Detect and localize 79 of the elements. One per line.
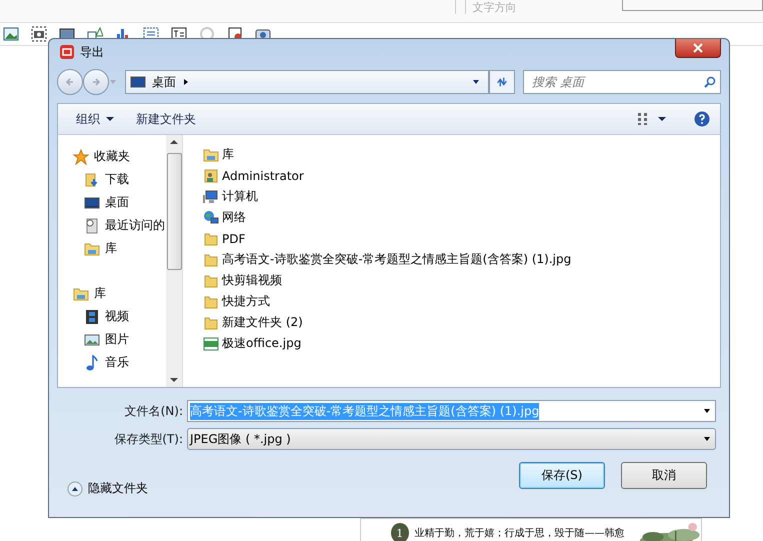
user-folder-icon xyxy=(203,168,219,184)
folder-icon xyxy=(203,314,219,330)
picture-icon xyxy=(84,332,100,348)
dialog-button[interactable]: 取消 xyxy=(621,462,707,489)
music-note-icon xyxy=(84,354,100,370)
folder-icon xyxy=(203,272,219,288)
file-type-dropdown[interactable]: JPEG图像 ( *.jpg ) xyxy=(187,428,716,450)
camera-icon[interactable] xyxy=(31,26,47,42)
network-icon xyxy=(203,210,219,226)
library-icon xyxy=(73,286,89,302)
recent-places-icon xyxy=(84,218,100,234)
new-folder-button[interactable]: 新建文件夹 xyxy=(128,108,204,130)
quote-text: 业精于勤，荒于嬉；行成于思，毁于随——韩愈 xyxy=(414,526,625,540)
forward-button[interactable] xyxy=(83,69,109,95)
filename-text: 高考语文-诗歌鉴赏全突破-常考题型之情感主旨题(含答案) (1).jpg xyxy=(190,402,540,420)
shapes-gallery[interactable] xyxy=(622,0,763,11)
folder-icon xyxy=(203,252,219,268)
scrollbar[interactable] xyxy=(166,135,182,387)
star-icon xyxy=(73,148,89,164)
nav-item[interactable]: 库 xyxy=(58,237,166,260)
film-icon xyxy=(84,308,100,324)
dropdown-caret-icon[interactable] xyxy=(472,78,480,86)
caret-icon xyxy=(658,115,666,123)
scroll-down-icon[interactable] xyxy=(170,377,178,383)
scrollbar-thumb[interactable] xyxy=(166,153,182,270)
dropdown-caret-icon xyxy=(703,435,711,443)
file-item[interactable]: 快剪辑视频 xyxy=(203,270,720,291)
close-button[interactable] xyxy=(675,39,721,58)
nav-item[interactable]: 桌面 xyxy=(58,191,166,214)
search-field[interactable]: 搜索 桌面 xyxy=(523,70,721,94)
refresh-button[interactable] xyxy=(489,70,515,94)
file-item[interactable]: 库 xyxy=(203,144,720,165)
chevron-right-icon[interactable] xyxy=(182,78,190,86)
file-item[interactable]: 网络 xyxy=(203,207,720,228)
scroll-up-icon[interactable] xyxy=(170,139,178,145)
computer-icon xyxy=(203,188,219,204)
collapse-icon xyxy=(67,480,83,496)
library-icon xyxy=(203,146,219,162)
file-item[interactable]: 新建文件夹 (2) xyxy=(203,312,720,333)
desktop-icon xyxy=(130,74,146,90)
nav-item[interactable]: 视频 xyxy=(58,305,166,328)
nav-item[interactable]: 下载 xyxy=(58,168,166,191)
file-item[interactable]: 极速office.jpg xyxy=(203,333,720,354)
folder-icon xyxy=(203,230,219,246)
file-item[interactable]: 快捷方式 xyxy=(203,291,720,312)
forward-arrow-icon xyxy=(91,77,101,87)
organize-menu[interactable]: 组织 xyxy=(68,108,122,130)
file-item[interactable]: 计算机 xyxy=(203,186,720,207)
refresh-icon xyxy=(495,75,509,89)
download-folder-icon xyxy=(84,172,100,188)
back-button[interactable] xyxy=(57,69,83,95)
help-icon[interactable] xyxy=(694,111,710,127)
file-item[interactable]: 高考语文-诗歌鉴赏全突破-常考题型之情感主旨题(含答案) (1).jpg xyxy=(203,249,720,270)
nav-item[interactable]: 最近访问的 xyxy=(58,214,166,237)
file-item[interactable]: PDF xyxy=(203,228,720,249)
dialog-button[interactable]: 保存(S) xyxy=(519,462,605,489)
jpg-file-icon xyxy=(203,336,219,352)
library-icon xyxy=(84,240,100,256)
window-title: 导出 xyxy=(80,44,104,60)
dropdown-caret-icon[interactable] xyxy=(703,407,711,415)
address-bar[interactable]: 桌面 xyxy=(125,70,489,94)
field-label: 文件名(N): xyxy=(124,402,184,420)
nav-item[interactable]: 图片 xyxy=(58,328,166,351)
nav-group[interactable]: 收藏夹 xyxy=(58,145,166,168)
desktop-icon xyxy=(84,194,100,210)
nav-item[interactable]: 音乐 xyxy=(58,351,166,374)
back-arrow-icon xyxy=(65,77,75,87)
folder-icon xyxy=(203,294,219,310)
breadcrumb-item[interactable]: 桌面 xyxy=(152,74,176,90)
file-item[interactable]: Administrator xyxy=(203,165,720,186)
field-label: 保存类型(T): xyxy=(113,430,184,448)
image-icon[interactable] xyxy=(3,26,19,42)
search-icon xyxy=(704,76,716,88)
hide-folders-button[interactable]: 隐藏文件夹 xyxy=(67,480,148,497)
close-icon xyxy=(693,43,703,53)
app-icon xyxy=(59,44,75,60)
caret-icon xyxy=(106,115,114,123)
nav-group[interactable]: 库 xyxy=(58,282,166,305)
number-badge: 1 xyxy=(391,523,409,541)
